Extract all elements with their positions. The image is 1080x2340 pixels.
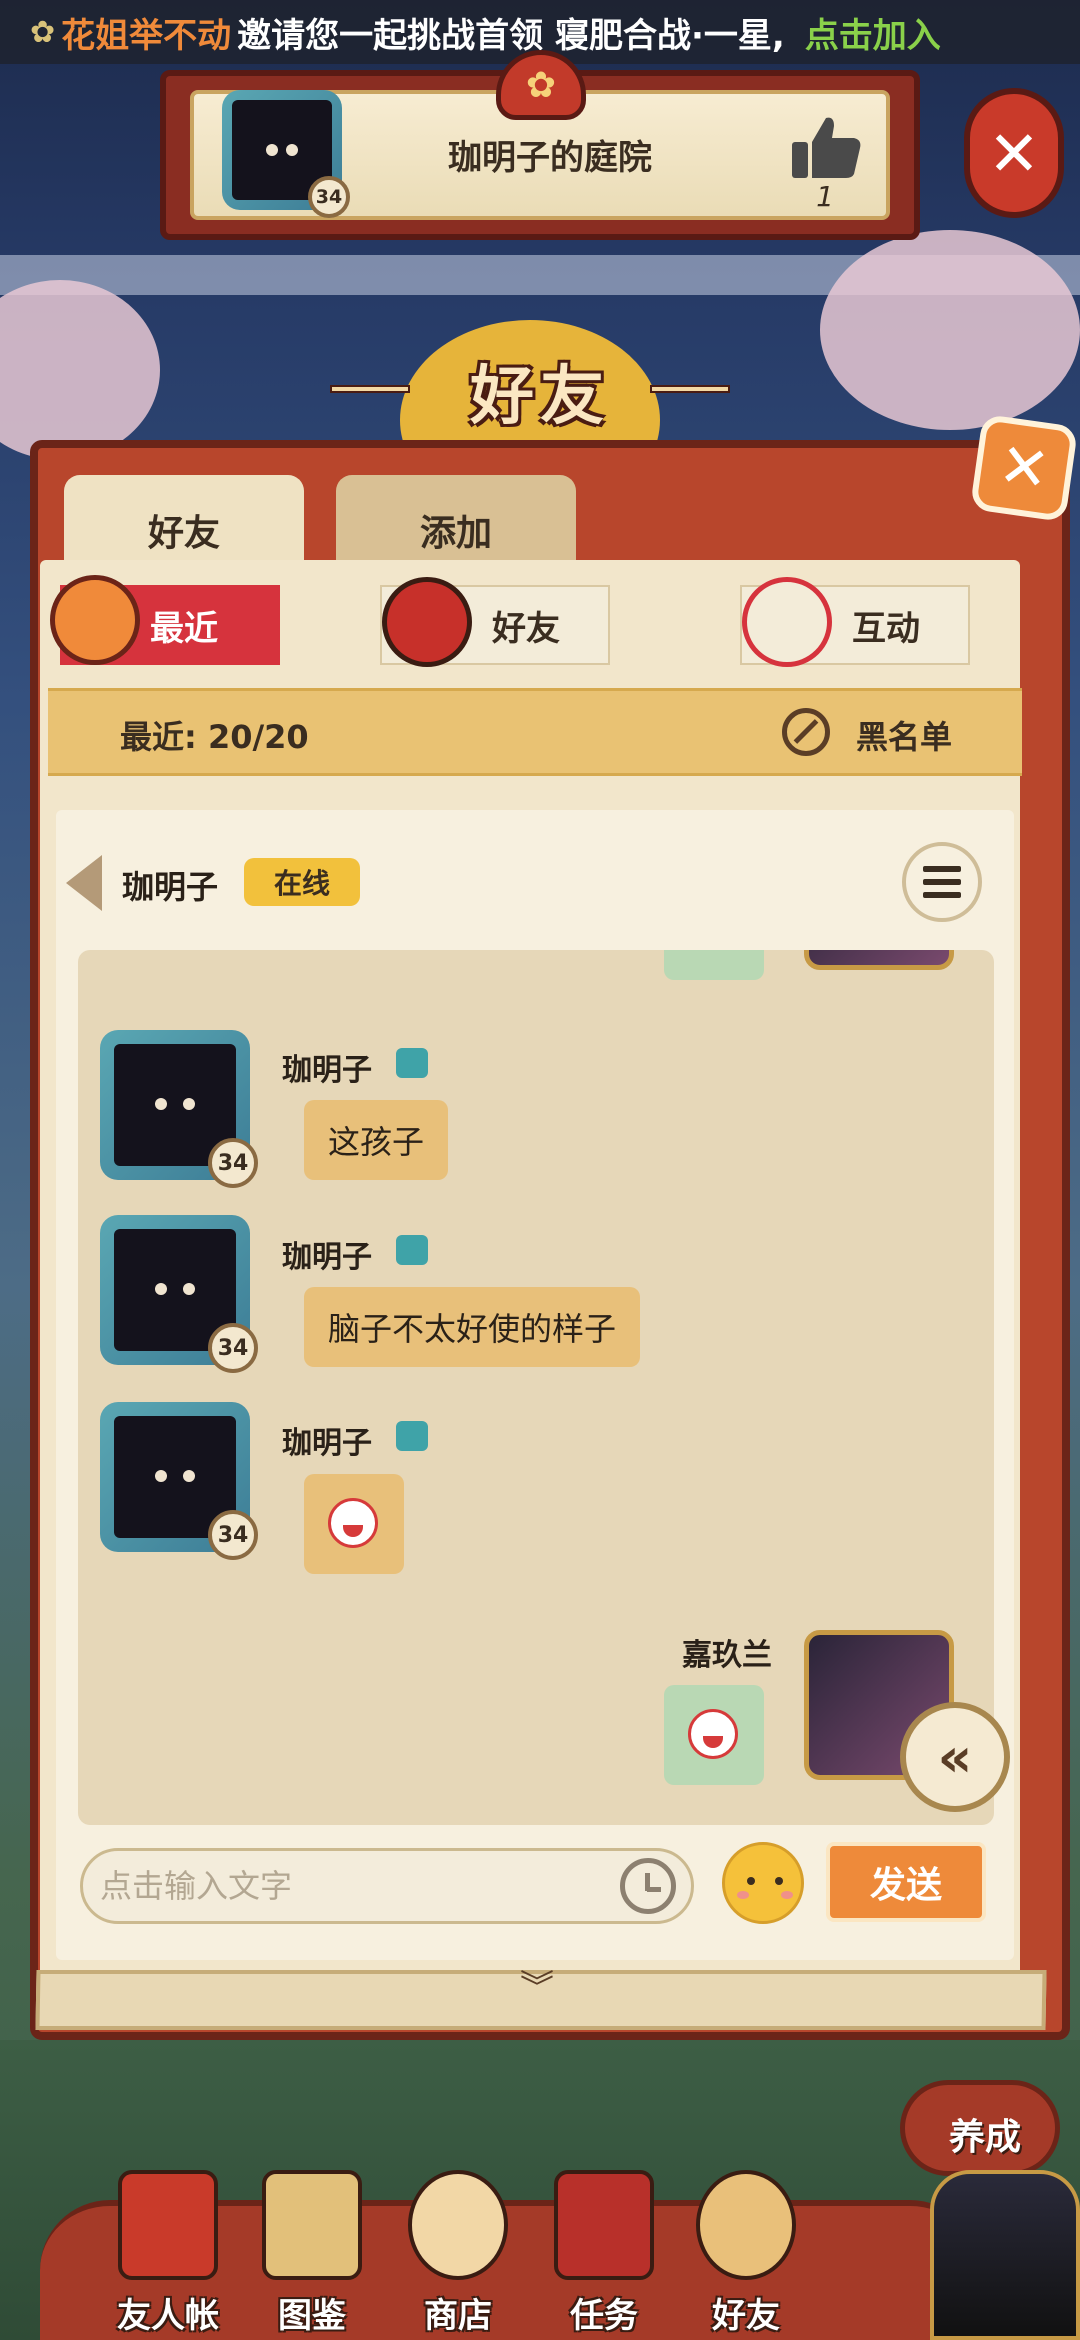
courtyard-title: 珈明子的庭院 <box>448 138 652 178</box>
cloud-decoration <box>0 280 160 460</box>
friend-icon <box>396 1048 428 1078</box>
send-button[interactable]: 发送 <box>826 1842 986 1922</box>
character-portrait[interactable] <box>930 2170 1080 2340</box>
level-badge: 34 <box>208 1510 258 1560</box>
owner-avatar[interactable]: 34 <box>222 90 350 218</box>
back-arrow-icon[interactable] <box>66 855 102 911</box>
raise-button[interactable]: 养成 <box>900 2050 1080 2180</box>
menu-line <box>923 879 961 885</box>
nav-label: 商店 <box>424 2296 492 2336</box>
nav-shop[interactable]: 商店 <box>398 2170 518 2340</box>
message-input[interactable] <box>100 1862 580 1910</box>
nav-friend-book[interactable]: 友人帐 <box>108 2170 228 2340</box>
raise-label: 养成 <box>948 2117 1021 2158</box>
nav-label: 友人帐 <box>117 2296 219 2336</box>
nav-label: 任务 <box>570 2296 638 2336</box>
nav-illustrated[interactable]: 图鉴 <box>252 2170 372 2340</box>
crying-chicken-emoji-icon <box>328 1498 378 1548</box>
level-badge: 34 <box>208 1323 258 1373</box>
heart-gift-icon <box>742 577 832 667</box>
blacklist-icon[interactable] <box>782 708 830 756</box>
close-courtyard-button[interactable]: ✕ <box>964 88 1064 218</box>
subtab-interact-label: 互动 <box>852 608 920 649</box>
friend-icon <box>396 1235 428 1265</box>
menu-line <box>923 892 961 898</box>
nav-label: 好友 <box>712 2296 780 2336</box>
sender-avatar[interactable]: 34 <box>100 1402 258 1560</box>
nav-tasks[interactable]: 任务 <box>544 2170 664 2340</box>
message-bubble: 脑子不太好使的样子 <box>304 1287 641 1367</box>
nav-friends[interactable]: 好友 <box>686 2170 806 2340</box>
emoji-picker-button[interactable] <box>722 1842 804 1924</box>
like-count: 1 <box>816 180 834 213</box>
chevron-down-icon[interactable]: ︾ <box>512 1960 562 2008</box>
flower-icon: ✿ <box>30 14 56 50</box>
invite-message: 邀请您一起挑战首领 寝肥合战·一星, <box>237 15 785 56</box>
previous-message-bubble <box>664 950 764 980</box>
menu-line <box>923 866 961 872</box>
sender-name: 珈明子 <box>282 1240 372 1275</box>
emoji-message-bubble <box>304 1474 404 1574</box>
daruma-icon <box>382 577 472 667</box>
friends-dolls-icon <box>696 2170 796 2280</box>
subtab-friends[interactable]: 好友 <box>380 577 610 667</box>
blacklist-button[interactable]: 黑名单 <box>856 712 952 758</box>
page-title: 好友 <box>470 360 610 434</box>
recent-count: 最近: 20/20 <box>120 718 309 756</box>
level-badge: 34 <box>308 176 350 218</box>
friend-book-icon <box>118 2170 218 2280</box>
eye-scroll-icon <box>262 2170 362 2280</box>
online-status-badge: 在线 <box>244 858 360 906</box>
close-panel-button[interactable]: ✕ <box>969 413 1079 523</box>
message-list[interactable]: 34 珈明子 这孩子 34 珈明子 脑子不太好使的样子 34 珈明子 嘉玖兰 <box>78 950 994 1825</box>
join-link[interactable]: 点击加入 <box>805 8 941 57</box>
subtab-friends-label: 好友 <box>492 608 560 649</box>
inviter-name: 花姐举不动 <box>61 15 232 56</box>
chat-menu-button[interactable] <box>902 842 982 922</box>
collapse-chat-button[interactable]: « <box>900 1702 1010 1812</box>
crying-chicken-emoji-icon <box>688 1709 738 1759</box>
sender-name: 珈明子 <box>282 1053 372 1088</box>
history-clock-icon[interactable] <box>620 1858 676 1914</box>
subtab-recent[interactable]: 最近 <box>50 575 280 665</box>
lucky-cat-icon <box>408 2170 508 2280</box>
friend-icon <box>396 1421 428 1451</box>
my-name: 嘉玖兰 <box>682 1638 772 1673</box>
previous-my-avatar <box>804 950 954 970</box>
task-scroll-icon <box>554 2170 654 2280</box>
sender-name: 珈明子 <box>282 1426 372 1461</box>
title-decoration-left <box>330 385 410 393</box>
subtab-interact[interactable]: 互动 <box>740 577 970 667</box>
subtab-recent-label: 最近 <box>150 608 218 649</box>
sender-avatar[interactable]: 34 <box>100 1030 258 1188</box>
message-bubble: 这孩子 <box>304 1100 449 1180</box>
sender-avatar[interactable]: 34 <box>100 1215 258 1373</box>
level-badge: 34 <box>208 1138 258 1188</box>
chat-partner-name: 珈明子 <box>122 868 219 906</box>
my-emoji-message-bubble <box>664 1685 764 1785</box>
nav-label: 图鉴 <box>278 2296 346 2336</box>
alarm-clock-icon <box>50 575 140 665</box>
thumbs-up-icon[interactable] <box>786 108 866 188</box>
cloud-decoration <box>820 230 1080 430</box>
